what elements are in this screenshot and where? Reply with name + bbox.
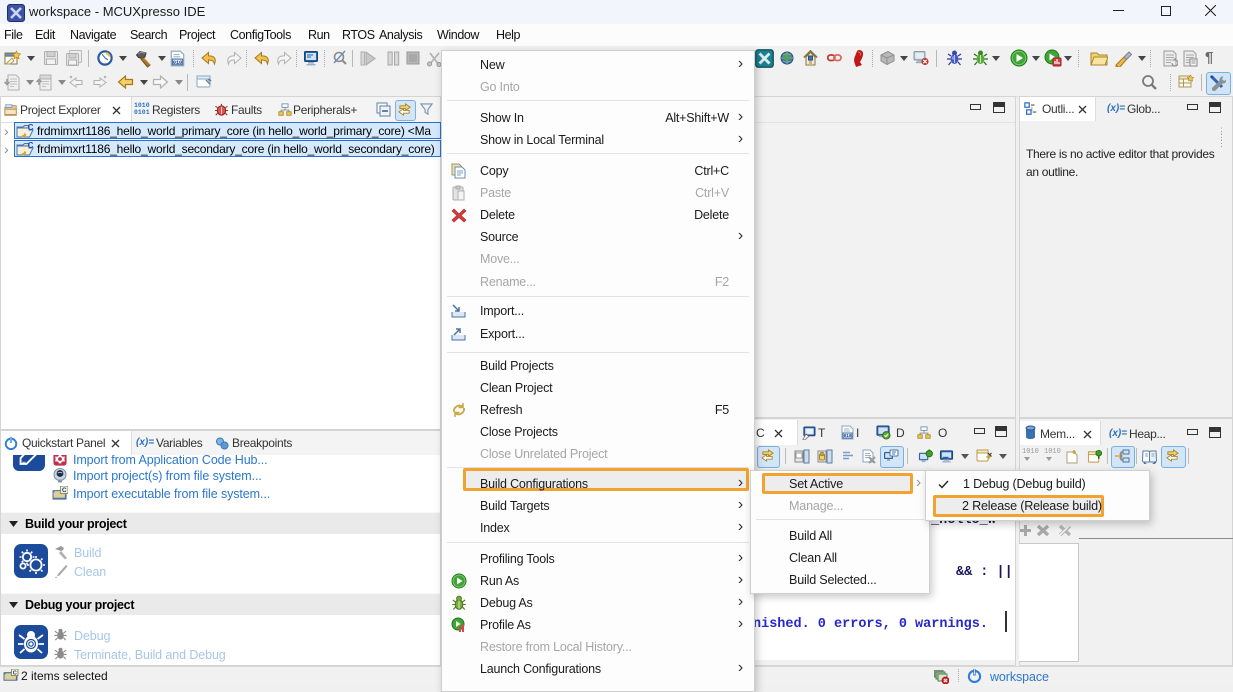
svg-text:C: C — [13, 670, 17, 676]
svg-text:C: C — [28, 141, 34, 150]
svg-text:C: C — [62, 487, 67, 494]
svg-text:010: 010 — [173, 60, 182, 66]
svg-text:C: C — [28, 123, 34, 132]
svg-text:010: 010 — [843, 433, 851, 439]
